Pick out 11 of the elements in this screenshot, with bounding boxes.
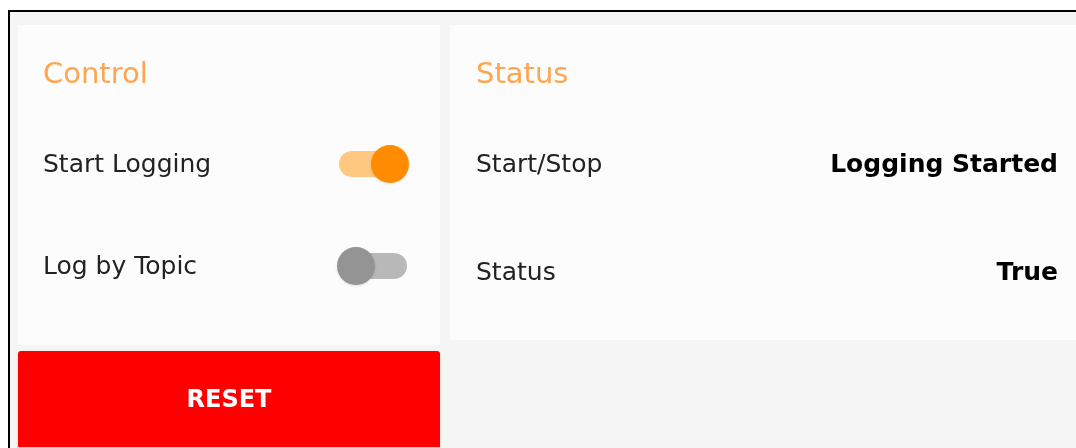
status-label: Status: [476, 256, 556, 289]
status-label: Start/Stop: [476, 148, 603, 181]
toggle-label: Start Logging: [43, 148, 212, 181]
reset-button[interactable]: RESET: [18, 351, 440, 447]
status-value: True: [996, 256, 1058, 289]
status-value: Logging Started: [830, 148, 1058, 181]
toggle-switch[interactable]: [337, 145, 409, 183]
toggle-label: Log by Topic: [43, 250, 198, 283]
card-title: Status: [476, 55, 570, 92]
card-title: Control: [43, 55, 149, 92]
toggle-switch[interactable]: [337, 247, 409, 285]
